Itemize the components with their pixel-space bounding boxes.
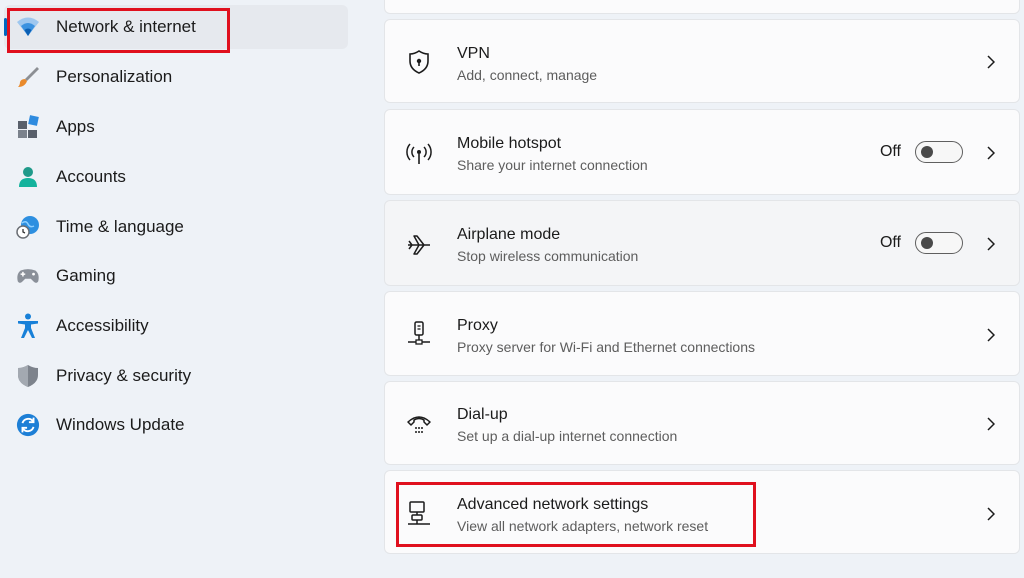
apps-icon (16, 115, 40, 139)
sidebar-item-label: Accounts (56, 167, 126, 186)
settings-card-airplane-mode[interactable]: Airplane mode Stop wireless communicatio… (384, 200, 1020, 286)
advanced-title: Advanced network settings (457, 496, 649, 513)
selection-indicator (4, 18, 7, 36)
hotspot-toggle[interactable] (915, 141, 963, 163)
settings-card-partial (384, 0, 1020, 14)
wifi-icon (16, 15, 40, 39)
vpn-shield-icon (405, 48, 433, 76)
settings-card-proxy[interactable]: Proxy Proxy server for Wi-Fi and Etherne… (384, 291, 1020, 376)
toggle-knob (921, 146, 933, 158)
airplane-toggle-label: Off (879, 234, 901, 251)
sidebar-item-label: Time & language (56, 217, 184, 236)
sidebar-item-time-language[interactable]: Time & language (4, 205, 348, 249)
hotspot-toggle-label: Off (879, 143, 901, 160)
sidebar-item-windows-update[interactable]: Windows Update (4, 403, 348, 447)
sidebar-item-label: Personalization (56, 67, 173, 86)
hotspot-toggle-group: Off (880, 141, 963, 163)
dialup-subtitle: Set up a dial-up internet connection (457, 428, 678, 444)
update-icon (16, 413, 40, 437)
chevron-right-icon[interactable] (985, 145, 997, 161)
chevron-right-icon[interactable] (985, 327, 997, 343)
settings-card-advanced-network[interactable]: Advanced network settings View all netwo… (384, 470, 1020, 554)
proxy-icon (405, 320, 433, 348)
network-pc-icon (405, 499, 433, 527)
sidebar-item-label: Accessibility (56, 316, 149, 335)
shield-icon (16, 364, 40, 388)
sidebar-item-network-internet[interactable]: Network & internet (4, 5, 348, 49)
sidebar-item-label: Privacy & security (56, 366, 192, 385)
settings-card-mobile-hotspot[interactable]: Mobile hotspot Share your internet conne… (384, 109, 1020, 195)
chevron-right-icon[interactable] (985, 416, 997, 432)
proxy-subtitle: Proxy server for Wi-Fi and Ethernet conn… (457, 339, 756, 355)
sidebar-item-label: Network & internet (56, 17, 196, 36)
sidebar: Network & internet Personalization Apps (0, 0, 360, 578)
vpn-subtitle: Add, connect, manage (457, 67, 598, 83)
sidebar-item-apps[interactable]: Apps (4, 105, 348, 149)
toggle-knob (921, 237, 933, 249)
sidebar-item-gaming[interactable]: Gaming (4, 254, 348, 298)
accessibility-icon (16, 313, 40, 338)
sidebar-item-label: Windows Update (56, 415, 185, 434)
settings-card-dial-up[interactable]: Dial-up Set up a dial-up internet connec… (384, 381, 1020, 465)
paintbrush-icon (16, 65, 40, 89)
sidebar-item-accessibility[interactable]: Accessibility (4, 304, 348, 348)
gamepad-icon (16, 264, 40, 288)
sidebar-item-label: Apps (56, 117, 95, 136)
globe-clock-icon (16, 215, 40, 239)
chevron-right-icon[interactable] (985, 506, 997, 522)
dialup-icon (405, 410, 433, 438)
settings-card-vpn[interactable]: VPN Add, connect, manage (384, 19, 1020, 103)
airplane-icon (405, 231, 433, 259)
sidebar-item-personalization[interactable]: Personalization (4, 55, 348, 99)
hotspot-subtitle: Share your internet connection (457, 157, 648, 173)
airplane-toggle-group: Off (880, 232, 963, 254)
airplane-toggle[interactable] (915, 232, 963, 254)
dialup-title: Dial-up (457, 406, 508, 423)
sidebar-item-accounts[interactable]: Accounts (4, 155, 348, 199)
hotspot-icon (405, 140, 433, 168)
proxy-title: Proxy (457, 317, 498, 334)
sidebar-item-label: Gaming (56, 266, 116, 285)
advanced-subtitle: View all network adapters, network reset (457, 518, 709, 534)
vpn-title: VPN (457, 45, 490, 62)
hotspot-title: Mobile hotspot (457, 135, 562, 152)
airplane-title: Airplane mode (457, 226, 561, 243)
chevron-right-icon[interactable] (985, 54, 997, 70)
sidebar-item-privacy-security[interactable]: Privacy & security (4, 354, 348, 398)
airplane-subtitle: Stop wireless communication (457, 248, 639, 264)
person-icon (16, 165, 40, 189)
chevron-right-icon[interactable] (985, 236, 997, 252)
